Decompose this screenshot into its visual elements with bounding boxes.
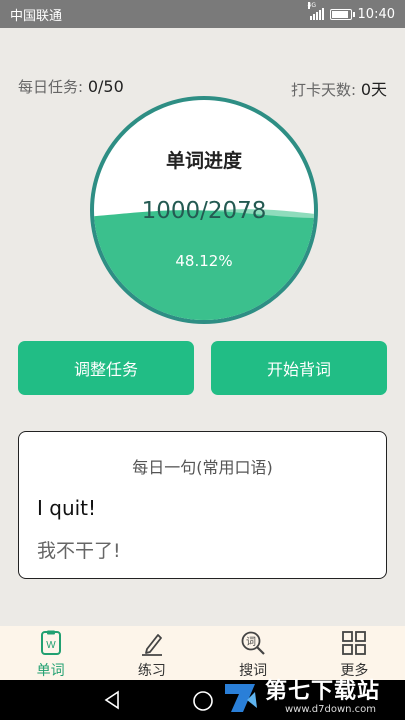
tab-search[interactable]: 词 搜词 [203, 626, 304, 680]
daily-task-stat: 每日任务: 0/50 [18, 76, 124, 97]
tab-word-label: 单词 [36, 663, 65, 679]
word-progress-circle: 单词进度 1000/2078 48.12% [90, 96, 318, 324]
clock: 10:40 [357, 6, 395, 22]
daily-task-label: 每日任务: [18, 78, 88, 96]
start-memorize-button[interactable]: 开始背词 [211, 341, 387, 395]
progress-title: 单词进度 [165, 150, 242, 172]
quote-title: 每日一句(常用口语) [132, 458, 273, 477]
tab-practice-label: 练习 [137, 663, 166, 679]
watermark-url: www.d7down.com [285, 704, 377, 715]
tab-word[interactable]: W 单词 [0, 626, 101, 680]
battery-icon [329, 8, 355, 20]
carrier-name: 中国联通 [10, 8, 63, 24]
home-icon[interactable] [192, 690, 214, 716]
quote-english: I quit! [37, 496, 97, 520]
checkin-days-stat: 打卡天数: 0天 [291, 76, 387, 100]
signal-icon: 4G [307, 2, 324, 20]
status-icons: 4G 10:40 [307, 2, 395, 22]
progress-percent: 48.12% [175, 252, 233, 270]
daily-quote-card: 每日一句(常用口语) I quit! 我不干了! [18, 431, 387, 579]
search-word-icon: 词 [240, 630, 266, 656]
daily-task-value: 0/50 [87, 77, 124, 96]
back-icon[interactable] [102, 690, 122, 714]
checkin-days-value: 0天 [360, 80, 387, 99]
quote-chinese: 我不干了! [37, 540, 121, 562]
pen-practice-icon [139, 630, 165, 656]
svg-text:W: W [46, 640, 56, 651]
status-bar: 中国联通 4G 10:40 [0, 0, 405, 28]
checkin-days-label: 打卡天数: [290, 81, 361, 99]
tab-more[interactable]: 更多 [304, 626, 405, 680]
tab-practice[interactable]: 练习 [101, 626, 202, 680]
watermark-name: 第七下载站 [265, 679, 381, 704]
bottom-tab-bar: W 单词 练习 词 搜词 更多 [0, 626, 405, 680]
progress-count: 1000/2078 [141, 198, 267, 224]
adjust-task-button[interactable]: 调整任务 [18, 341, 194, 395]
site-watermark: 第七下载站 www.d7down.com [215, 676, 405, 720]
grid-more-icon [341, 630, 367, 656]
watermark-logo [225, 684, 257, 712]
word-book-icon: W [38, 630, 64, 656]
svg-text:词: 词 [246, 636, 256, 648]
network-type-label: 4G [307, 2, 316, 9]
